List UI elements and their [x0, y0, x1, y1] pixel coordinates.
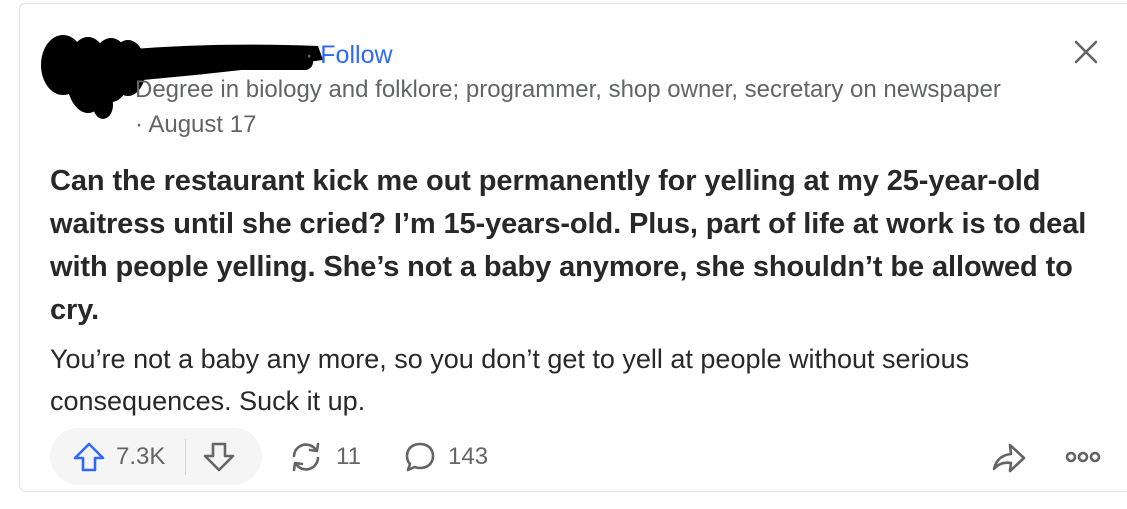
upvote-button[interactable]: 7.3K — [50, 428, 165, 485]
share-button[interactable] — [990, 441, 1028, 480]
vote-pill: 7.3K — [50, 428, 262, 485]
close-button[interactable] — [1070, 36, 1102, 68]
question-title[interactable]: Can the restaurant kick me out permanent… — [50, 160, 1110, 332]
more-options-button[interactable] — [1065, 448, 1101, 471]
comment-button[interactable]: 143 — [404, 440, 488, 474]
upvote-count: 7.3K — [116, 442, 166, 470]
comment-count: 143 — [448, 443, 489, 470]
downvote-button[interactable] — [202, 428, 236, 485]
follow-button[interactable]: Follow — [320, 41, 392, 69]
separator-dot: · — [305, 41, 314, 69]
author-credential: Degree in biology and folklore; programm… — [135, 76, 1001, 103]
reshare-button[interactable]: 11 — [288, 440, 361, 474]
share-arrow-icon — [992, 443, 1026, 473]
upvote-arrow-icon — [73, 442, 105, 471]
redacted-author-scribble — [41, 35, 323, 119]
close-icon — [1074, 40, 1098, 64]
vote-divider — [185, 438, 187, 475]
author-header: · Follow — [305, 40, 393, 70]
reshare-icon — [292, 442, 320, 472]
reshare-count: 11 — [336, 443, 361, 470]
answer-date: · August 17 — [135, 111, 257, 138]
comment-bubble-icon — [405, 442, 435, 472]
downvote-arrow-icon — [204, 442, 235, 471]
answer-text: You’re not a baby any more, so you don’t… — [50, 344, 970, 416]
more-options-icon — [1065, 451, 1101, 463]
